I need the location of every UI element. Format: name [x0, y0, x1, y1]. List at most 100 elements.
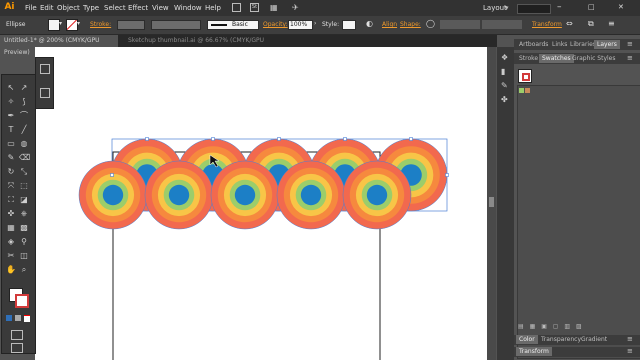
perspective-grid-tool-icon[interactable]: ◪ — [19, 195, 29, 205]
selection-tool-icon[interactable]: ↖ — [6, 83, 16, 93]
lasso-tool-icon[interactable]: ⟆ — [19, 97, 29, 107]
brush-definition-dropdown[interactable]: Basic — [207, 20, 259, 30]
vertical-scrollbar[interactable] — [487, 47, 496, 360]
stroke-color-swatch[interactable] — [15, 294, 29, 308]
shape-label[interactable]: Shape: — [400, 21, 421, 28]
curvature-tool-icon[interactable]: ⌒ — [19, 111, 29, 121]
target-front-3[interactable] — [210, 160, 280, 230]
blend-tool-icon[interactable]: ▩ — [19, 223, 29, 233]
new-swatch-icon[interactable]: ▥ — [564, 323, 570, 330]
target-front-1[interactable] — [78, 160, 148, 230]
tab-transform[interactable]: Transform — [516, 347, 552, 356]
recolor-artwork-icon[interactable]: ◐ — [366, 19, 373, 28]
align-buttons[interactable] — [440, 20, 480, 29]
ellipse-shape-icon[interactable]: ◯ — [426, 19, 435, 28]
tab-stroke[interactable]: Stroke — [516, 54, 541, 63]
opacity-field[interactable]: 100% — [288, 20, 313, 30]
swatches-menu-icon[interactable]: ≡ — [627, 54, 633, 62]
distribute-buttons[interactable] — [482, 20, 522, 29]
opacity-chevron-icon[interactable]: › — [314, 20, 316, 27]
bridge-icon[interactable] — [232, 3, 241, 12]
menu-select[interactable]: Select — [104, 4, 126, 12]
symbols-icon[interactable]: ✤ — [501, 95, 508, 104]
reflect-horizontal-icon[interactable]: ⇔ — [566, 19, 573, 28]
tab-untitled-1[interactable]: Untitled-1* @ 200% (CMYK/GPU Preview) × — [0, 35, 118, 56]
panel-menu-icon[interactable]: ≡ — [627, 40, 633, 48]
color-mode-icon[interactable] — [6, 315, 12, 321]
type-tool-icon[interactable]: T — [6, 125, 16, 135]
workspace-switcher[interactable]: Layout — [483, 4, 507, 12]
gradient-tool-icon[interactable]: ⎈ — [19, 209, 29, 219]
stroke-dropdown-icon[interactable]: ▾ — [77, 20, 80, 27]
menu-view[interactable]: View — [152, 4, 169, 12]
swatch-green[interactable] — [519, 88, 524, 93]
tab-sketchup-thumbnail[interactable]: Sketchup thumbnail.ai @ 66.67% (CMYK/GPU… — [124, 35, 282, 56]
target-front-5[interactable] — [342, 160, 412, 230]
artwork-svg[interactable] — [35, 47, 487, 360]
libraries-icon[interactable]: ❖ — [501, 53, 508, 62]
stroke-weight-field[interactable] — [117, 20, 145, 30]
menu-type[interactable]: Type — [83, 4, 99, 12]
close-button[interactable]: ✕ — [618, 3, 624, 11]
pencil-tool-icon[interactable]: ✎ — [6, 153, 16, 163]
fill-dropdown-icon[interactable]: ▾ — [59, 20, 62, 27]
mesh-tool-icon[interactable]: ✜ — [6, 209, 16, 219]
shape-builder-tool-icon[interactable]: ⛶ — [6, 195, 16, 205]
layers-icon[interactable] — [40, 88, 50, 98]
stock-icon[interactable]: St — [250, 3, 259, 12]
scroll-thumb[interactable] — [489, 197, 494, 207]
magic-wand-tool-icon[interactable]: ✧ — [6, 97, 16, 107]
direct-selection-tool-icon[interactable]: ↗ — [19, 83, 29, 93]
workspace-chevron-icon[interactable]: ▾ — [505, 4, 509, 12]
tab-color[interactable]: Color — [516, 335, 538, 344]
isolate-group-icon[interactable]: ⧉ — [588, 19, 594, 29]
show-swatch-kinds-icon[interactable]: ▦ — [530, 323, 536, 330]
fill-stroke-indicator[interactable] — [518, 69, 532, 83]
artboard-tool-icon[interactable]: ◫ — [19, 251, 29, 261]
pen-tool-icon[interactable]: ✒ — [6, 111, 16, 121]
swatch-libraries-icon[interactable]: ▤ — [518, 323, 524, 330]
hand-tool-icon[interactable]: ✋ — [6, 265, 16, 275]
menu-object[interactable]: Object — [57, 4, 80, 12]
new-color-group-icon[interactable]: ▢ — [553, 323, 559, 330]
canvas[interactable] — [35, 47, 487, 360]
tab-graphic-styles[interactable]: Graphic Styles — [569, 54, 618, 63]
draw-mode-icon[interactable] — [11, 330, 23, 340]
menu-file[interactable]: File — [25, 4, 37, 12]
color-guide-icon[interactable]: ▮ — [501, 67, 505, 76]
arrange-documents-icon[interactable]: ▦ — [270, 3, 279, 12]
free-transform-tool-icon[interactable]: ⬚ — [19, 181, 29, 191]
symbol-sprayer-tool-icon[interactable]: ◈ — [6, 237, 16, 247]
slice-tool-icon[interactable]: ✂ — [6, 251, 16, 261]
menu-effect[interactable]: Effect — [128, 4, 148, 12]
transform-label[interactable]: Transform — [532, 21, 562, 28]
gradient-mode-icon[interactable] — [15, 315, 21, 321]
minimize-button[interactable]: – — [557, 2, 562, 12]
line-segment-tool-icon[interactable]: ╱ — [19, 125, 29, 135]
column-graph-tool-icon[interactable]: ⚲ — [19, 237, 29, 247]
artboard-navigator-icon[interactable] — [40, 64, 50, 74]
paintbrush-tool-icon[interactable]: ◍ — [19, 139, 29, 149]
rotate-tool-icon[interactable]: ↻ — [6, 167, 16, 177]
graphic-style-dropdown[interactable] — [342, 20, 356, 30]
none-mode-icon[interactable] — [24, 315, 30, 322]
search-stock-input[interactable] — [517, 4, 551, 14]
swatch-options-icon[interactable]: ▣ — [541, 323, 547, 330]
tab-layers[interactable]: Layers — [594, 40, 620, 49]
gpu-performance-icon[interactable]: ✈ — [292, 3, 301, 12]
align-label[interactable]: Align — [382, 21, 397, 28]
color-panel-menu-icon[interactable]: ≡ — [627, 335, 633, 343]
maximize-button[interactable]: □ — [588, 3, 595, 11]
eyedropper-tool-icon[interactable]: ▦ — [6, 223, 16, 233]
scale-tool-icon[interactable]: ⤡ — [19, 167, 29, 177]
rectangle-tool-icon[interactable]: ▭ — [6, 139, 16, 149]
delete-swatch-icon[interactable]: ▨ — [576, 323, 582, 330]
menu-edit[interactable]: Edit — [40, 4, 54, 12]
menu-help[interactable]: Help — [205, 4, 221, 12]
brushes-icon[interactable]: ✎ — [501, 81, 508, 90]
tab-gradient[interactable]: Gradient — [578, 335, 610, 344]
zoom-tool-icon[interactable]: ⌕ — [19, 265, 29, 275]
width-tool-icon[interactable]: ⤧ — [6, 181, 16, 191]
opacity-label[interactable]: Opacity: — [263, 21, 288, 28]
target-front-4[interactable] — [276, 160, 346, 230]
